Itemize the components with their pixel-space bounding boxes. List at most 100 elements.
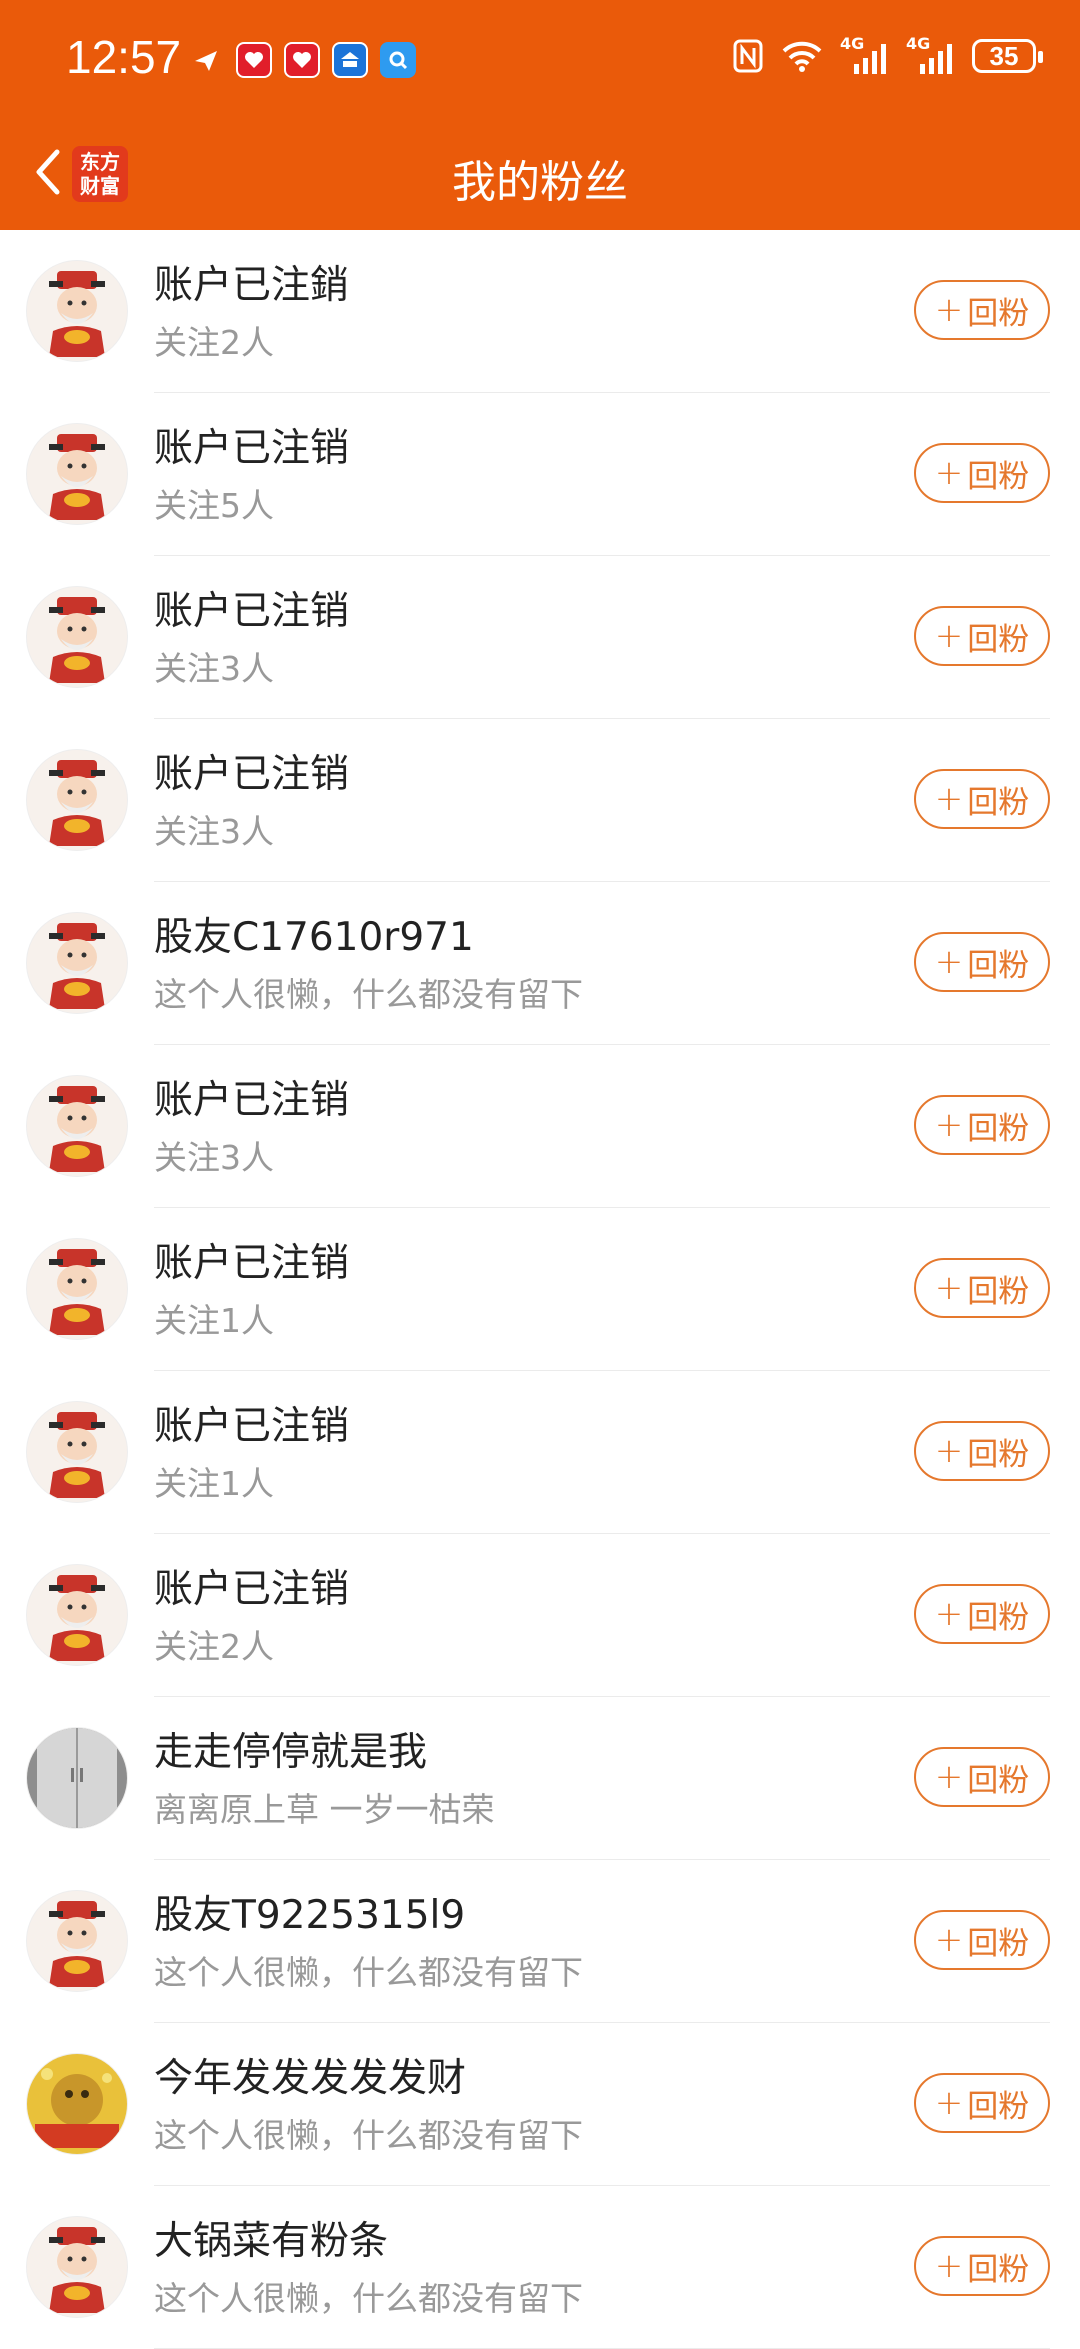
fan-subtitle: 关注3人 (154, 812, 274, 851)
photo-avatar-gold[interactable] (26, 2053, 128, 2155)
signal-bars-icon (854, 44, 886, 74)
app-header: 12:57 4G 4G 35 东方 财富 我的粉丝 (0, 0, 1080, 230)
plus-icon: + (934, 942, 964, 982)
follow-back-button[interactable]: + 回粉 (914, 1258, 1050, 1318)
fan-list-item[interactable]: 账户已注销关注3人 + 回粉 (0, 719, 1080, 882)
follow-back-button[interactable]: + 回粉 (914, 1747, 1050, 1807)
fan-subtitle: 关注1人 (154, 1301, 274, 1340)
follow-back-label: 回粉 (967, 1599, 1030, 1636)
fan-name: 今年发发发发发财 (154, 2056, 467, 2101)
photo-avatar-door[interactable] (26, 1727, 128, 1829)
caishen-avatar[interactable] (26, 749, 128, 851)
send-notification-icon (188, 42, 224, 78)
follow-back-label: 回粉 (967, 1925, 1030, 1962)
fan-name: 大锅菜有粉条 (154, 2219, 389, 2264)
heart-app-icon (236, 42, 272, 78)
fan-subtitle: 这个人很懒，什么都没有留下 (154, 2279, 583, 2318)
follow-back-label: 回粉 (967, 1762, 1030, 1799)
signal-1: 4G (840, 34, 890, 74)
plus-icon: + (934, 616, 964, 656)
nav-bar: 东方 财富 我的粉丝 (0, 120, 1080, 230)
fan-list-item[interactable]: 账户已注销关注3人 + 回粉 (0, 1045, 1080, 1208)
plus-icon: + (934, 1757, 964, 1797)
fan-subtitle: 关注3人 (154, 649, 274, 688)
page-title: 我的粉丝 (452, 157, 628, 208)
fan-name: 走走停停就是我 (154, 1730, 428, 1775)
follow-back-button[interactable]: + 回粉 (914, 443, 1050, 503)
follow-back-button[interactable]: + 回粉 (914, 2236, 1050, 2296)
signal-bars-icon (920, 44, 952, 74)
fans-list: 账户已注銷 关注2人 + 回粉 账户已注销 关注5人 + 回粉 账户已注销 关注3人 + 回粉 账户已注… (0, 230, 1080, 2349)
follow-back-label: 回粉 (967, 621, 1030, 658)
caishen-avatar[interactable] (26, 2216, 128, 2318)
fan-subtitle: 离离原上草 一岁一枯荣 (154, 1790, 495, 1829)
caishen-avatar[interactable] (26, 1238, 128, 1340)
follow-back-button[interactable]: + 回粉 (914, 2073, 1050, 2133)
follow-back-label: 回粉 (967, 947, 1030, 984)
fan-name: 账户已注销 (154, 752, 350, 797)
fan-name: 账户已注销 (154, 1404, 350, 1449)
caishen-avatar[interactable] (26, 912, 128, 1014)
follow-back-label: 回粉 (967, 2251, 1030, 2288)
fan-list-item[interactable]: 账户已注销关注1人 + 回粉 (0, 1371, 1080, 1534)
fan-name: 账户已注销 (154, 426, 350, 471)
fan-subtitle: 关注1人 (154, 1464, 274, 1503)
fan-list-item[interactable]: 走走停停就是我离离原上草 一岁一枯荣 + 回粉 (0, 1697, 1080, 1860)
follow-back-label: 回粉 (967, 295, 1030, 332)
caishen-avatar[interactable] (26, 586, 128, 688)
plus-icon: + (934, 1431, 964, 1471)
plus-icon: + (934, 290, 964, 330)
search-app-icon (380, 42, 416, 78)
fan-name: 账户已注銷 (154, 263, 350, 308)
status-bar: 12:57 4G 4G 35 (0, 0, 1080, 120)
fan-list-item[interactable]: 大锅菜有粉条这个人很懒，什么都没有留下 + 回粉 (0, 2186, 1080, 2349)
plus-icon: + (934, 453, 964, 493)
plus-icon: + (934, 1105, 964, 1145)
bank-app-icon (332, 42, 368, 78)
fan-name: 账户已注销 (154, 1567, 350, 1612)
follow-back-button[interactable]: + 回粉 (914, 1095, 1050, 1155)
follow-back-button[interactable]: + 回粉 (914, 1421, 1050, 1481)
plus-icon: + (934, 2083, 964, 2123)
notification-icons (188, 42, 416, 78)
fan-subtitle: 这个人很懒，什么都没有留下 (154, 1953, 583, 1992)
wifi-icon (782, 41, 822, 72)
follow-back-label: 回粉 (967, 458, 1030, 495)
battery-indicator: 35 (972, 39, 1043, 73)
follow-back-button[interactable]: + 回粉 (914, 606, 1050, 666)
fan-name: 股友C17610r971 (154, 915, 474, 960)
fan-list-item[interactable]: 账户已注销 关注5人 + 回粉 (0, 393, 1080, 556)
follow-back-button[interactable]: + 回粉 (914, 769, 1050, 829)
follow-back-button[interactable]: + 回粉 (914, 280, 1050, 340)
caishen-avatar[interactable] (26, 1401, 128, 1503)
fan-subtitle: 关注2人 (154, 323, 274, 362)
fan-subtitle: 这个人很懒，什么都没有留下 (154, 2116, 583, 2155)
fan-list-item[interactable]: 今年发发发发发财这个人很懒，什么都没有留下 + 回粉 (0, 2023, 1080, 2186)
plus-icon: + (934, 1268, 964, 1308)
plus-icon: + (934, 1594, 964, 1634)
caishen-avatar[interactable] (26, 1564, 128, 1666)
fan-name: 账户已注销 (154, 589, 350, 634)
follow-back-button[interactable]: + 回粉 (914, 1910, 1050, 1970)
caishen-avatar[interactable] (26, 1075, 128, 1177)
plus-icon: + (934, 2246, 964, 2286)
fan-name: 账户已注销 (154, 1078, 350, 1123)
fan-list-item[interactable]: 账户已注销关注2人 + 回粉 (0, 1534, 1080, 1697)
follow-back-button[interactable]: + 回粉 (914, 1584, 1050, 1644)
fan-subtitle: 关注2人 (154, 1627, 274, 1666)
caishen-avatar[interactable] (26, 423, 128, 525)
caishen-avatar[interactable] (26, 1890, 128, 1992)
fan-list-item[interactable]: 账户已注销关注3人 + 回粉 (0, 556, 1080, 719)
fan-name: 股友T9225315l9 (154, 1893, 466, 1938)
follow-back-label: 回粉 (967, 1110, 1030, 1147)
fan-list-item[interactable]: 股友C17610r971 这个人很懒，什么都没有留下 + 回粉 (0, 882, 1080, 1045)
fan-subtitle: 关注3人 (154, 1138, 274, 1177)
plus-icon: + (934, 1920, 964, 1960)
status-time: 12:57 (66, 31, 182, 83)
follow-back-label: 回粉 (967, 2088, 1030, 2125)
fan-list-item[interactable]: 账户已注销 关注1人 + 回粉 (0, 1208, 1080, 1371)
caishen-avatar[interactable] (26, 260, 128, 362)
fan-list-item[interactable]: 股友T9225315l9 这个人很懒，什么都没有留下 + 回粉 (0, 1860, 1080, 2023)
fan-list-item[interactable]: 账户已注銷关注2人 + 回粉 (0, 230, 1080, 393)
follow-back-button[interactable]: + 回粉 (914, 932, 1050, 992)
